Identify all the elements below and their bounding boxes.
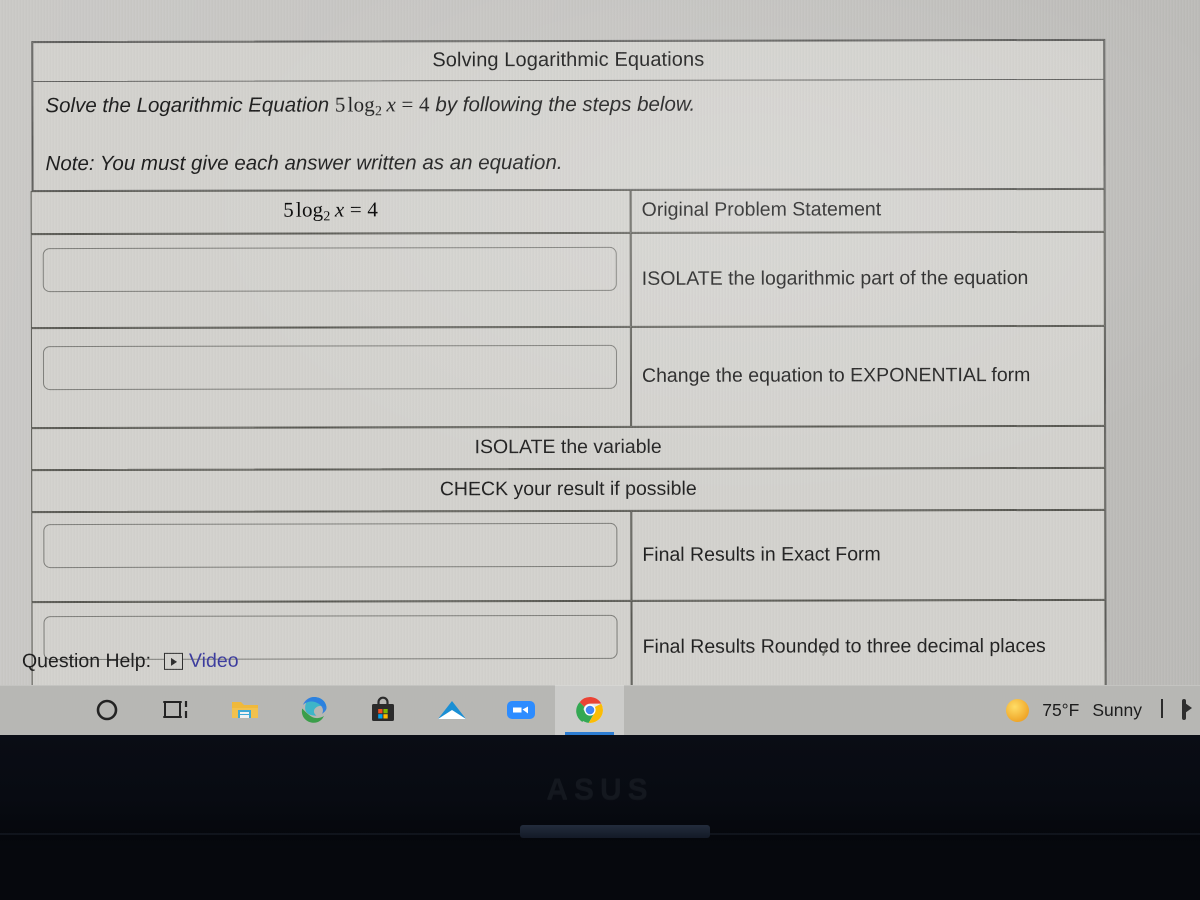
step-label: Final Results Rounded to three decimal p… (642, 634, 1046, 658)
screenshot-root: Solving Logarithmic Equations Solve the … (0, 0, 1200, 900)
inline-eq-rest: = 4 (401, 92, 430, 117)
step-label: Original Problem Statement (641, 198, 882, 222)
laptop-screen: Solving Logarithmic Equations Solve the … (0, 0, 1200, 735)
mail-icon (437, 701, 466, 719)
answer-cell (31, 510, 632, 602)
taskbar-mail-button[interactable] (417, 685, 486, 735)
windows-taskbar: 75°F Sunny (0, 685, 1200, 735)
microsoft-store-icon (371, 696, 394, 721)
table-row: ISOLATE the variable (31, 425, 1106, 470)
instruction-text-before: Solve the Logarithmic Equation (45, 93, 335, 118)
orig-eq-log: log (295, 197, 324, 222)
step-label: Change the equation to EXPONENTIAL form (641, 363, 1031, 387)
answer-cell (30, 326, 632, 428)
question-help-label: Question Help: (21, 649, 152, 673)
answer-input-exponential-form[interactable] (42, 344, 618, 390)
orig-eq-rest: = 4 (349, 197, 379, 222)
step-label: Final Results in Exact Form (642, 543, 881, 566)
bezel-hinge-notch (520, 825, 710, 838)
step-label-cell: ISOLATE the logarithmic part of the equa… (630, 231, 1105, 327)
file-explorer-icon (231, 702, 258, 718)
table-row: ISOLATE the logarithmic part of the equa… (30, 231, 1105, 328)
orig-eq-var: x (334, 197, 345, 222)
answer-wrap (33, 512, 629, 599)
inline-eq-base: 2 (374, 103, 383, 119)
answer-cell (31, 600, 632, 696)
device-brand-logo: ASUS (546, 773, 654, 806)
original-equation: 5 log2 x = 4 (283, 197, 379, 224)
table-row: 5 log2 x = 4 Original Problem Statement (30, 188, 1105, 234)
instruction-line: Solve the Logarithmic Equation 5 log2 x … (45, 92, 1103, 119)
step-label-cell: Final Results in Exact Form (631, 509, 1106, 601)
full-row-isolate-variable: ISOLATE the variable (31, 425, 1106, 470)
zoom-icon (506, 701, 535, 719)
show-hidden-icons-button[interactable] (1161, 699, 1163, 719)
taskbar-microsoft-store-button[interactable] (348, 685, 417, 735)
table-row: Final Results Rounded to three decimal p… (31, 599, 1106, 696)
taskbar-weather-widget[interactable]: 75°F Sunny (1006, 698, 1142, 722)
play-icon (163, 652, 184, 670)
step-label: ISOLATE the logarithmic part of the equa… (641, 266, 1029, 290)
worksheet-table: Solving Logarithmic Equations Solve the … (30, 38, 1107, 723)
inline-eq-log: log (347, 92, 376, 117)
step-label-cell: Change the equation to EXPONENTIAL form (630, 325, 1106, 427)
laptop-bezel: ASUS (0, 735, 1200, 900)
orig-eq-coef: 5 (283, 197, 294, 222)
answer-wrap (33, 602, 629, 693)
original-equation-cell: 5 log2 x = 4 (30, 189, 631, 234)
answer-input-exact-form[interactable] (43, 522, 618, 568)
taskbar-edge-button[interactable] (279, 685, 348, 735)
orig-eq-base: 2 (323, 208, 331, 224)
weather-temp: 75°F (1042, 699, 1080, 720)
taskbar-task-view-button[interactable] (141, 685, 210, 735)
full-row-check-result: CHECK your result if possible (31, 467, 1106, 512)
worksheet-instructions: Solve the Logarithmic Equation 5 log2 x … (32, 79, 1105, 191)
answer-wrap (33, 328, 629, 425)
answer-cell (30, 232, 631, 328)
worksheet-panel: Solving Logarithmic Equations Solve the … (30, 38, 1107, 723)
camera-icon (1182, 699, 1186, 720)
taskbar-chrome-button[interactable] (555, 685, 624, 735)
answer-input-isolate-log[interactable] (42, 246, 617, 292)
taskbar-file-explorer-button[interactable] (210, 685, 279, 735)
inline-eq-coef: 5 (334, 92, 346, 117)
search-icon (96, 699, 117, 721)
taskbar-search-button[interactable] (72, 685, 141, 735)
answer-wrap (33, 234, 629, 325)
task-view-icon (162, 701, 187, 718)
sun-icon (1006, 698, 1030, 722)
worksheet-note: Note: You must give each answer written … (45, 151, 563, 176)
worksheet-title: Solving Logarithmic Equations (32, 39, 1105, 83)
taskbar-zoom-button[interactable] (486, 685, 555, 735)
table-row: CHECK your result if possible (31, 467, 1106, 512)
edge-icon (301, 697, 327, 723)
step-label-cell: Final Results Rounded to three decimal p… (631, 599, 1106, 695)
tray-camera-button[interactable] (1182, 699, 1186, 720)
table-row: Change the equation to EXPONENTIAL form (30, 325, 1106, 428)
bezel-lower-body (0, 848, 1200, 900)
question-help: Question Help: Video (22, 650, 239, 673)
instruction-text-after: by following the steps below. (429, 92, 696, 117)
inline-eq-var: x (386, 92, 397, 117)
step-label-cell: Original Problem Statement (630, 188, 1105, 233)
chrome-icon (575, 697, 603, 723)
video-link-label: Video (188, 649, 239, 672)
weather-condition: Sunny (1092, 699, 1142, 720)
table-row: Final Results in Exact Form (31, 509, 1106, 602)
inline-equation: 5 log2 x = 4 (334, 92, 430, 119)
video-help-link[interactable]: Video (163, 649, 239, 673)
steps-table: 5 log2 x = 4 Original Problem Statement (30, 188, 1106, 696)
chevron-up-icon (1161, 699, 1163, 718)
